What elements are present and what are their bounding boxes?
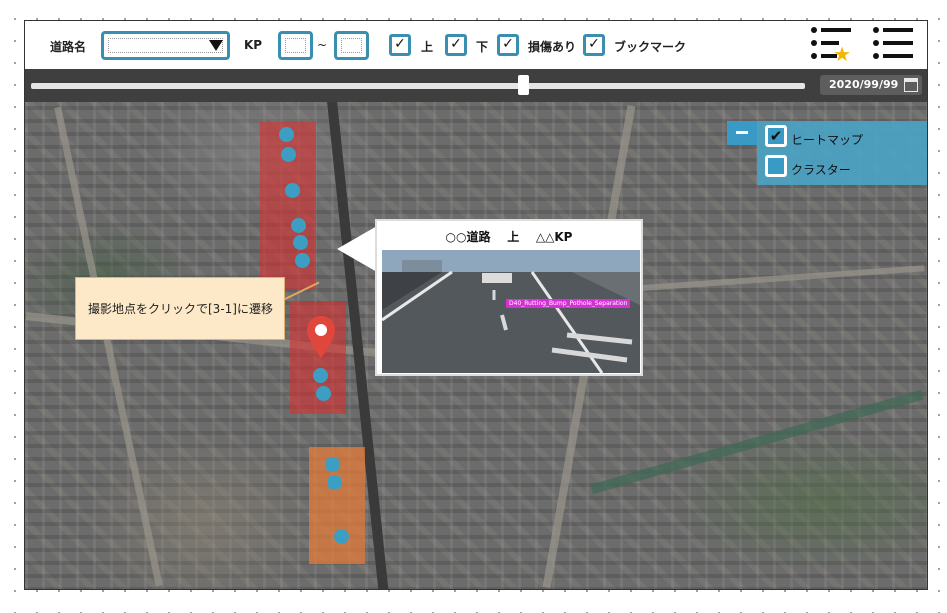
kp-to-value xyxy=(341,38,362,53)
map-river xyxy=(590,389,924,495)
annotation-text: 撮影地点をクリックで[3-1]に遷移 xyxy=(88,302,273,316)
check-icon: ✓ xyxy=(588,36,600,52)
calendar-icon[interactable] xyxy=(904,78,918,92)
photo-point[interactable] xyxy=(285,183,300,198)
road-name-value xyxy=(108,38,223,53)
check-icon: ✓ xyxy=(450,36,462,52)
photo-point[interactable] xyxy=(327,475,342,490)
photo-point[interactable] xyxy=(279,127,294,142)
heatmap-label: ヒートマップ xyxy=(791,133,864,147)
photo-point[interactable] xyxy=(293,235,308,250)
star-icon: ★ xyxy=(833,42,851,66)
road-photo[interactable]: D40_Rutting_Bump_Pothole_Separation xyxy=(382,250,640,373)
popup-road: ○○道路 xyxy=(445,230,491,244)
filter-damage-checkbox[interactable]: ✓ xyxy=(497,34,519,56)
photo-point[interactable] xyxy=(295,253,310,268)
photo-point[interactable] xyxy=(316,386,331,401)
photo-point[interactable] xyxy=(291,218,306,233)
road-photo-scene xyxy=(382,260,640,373)
popup-pointer xyxy=(337,226,377,272)
layer-options: ✔ ヒートマップ クラスター xyxy=(757,121,927,185)
check-icon: ✓ xyxy=(502,36,514,52)
map-road xyxy=(54,106,163,587)
road-damage-map-app: 道路名 KP ~ ✓ 上 ✓ 下 ✓ 損傷あり ✓ ブックマーク ★ 2020/… xyxy=(24,20,928,590)
cluster-label: クラスター xyxy=(791,163,851,177)
bookmark-list-button[interactable]: ★ xyxy=(811,27,853,66)
kp-from-input[interactable] xyxy=(278,31,313,60)
date-value: 2020/99/99 xyxy=(829,78,899,91)
check-icon: ✓ xyxy=(394,36,406,52)
photo-point[interactable] xyxy=(325,457,340,472)
popup-kp: △△KP xyxy=(535,230,573,244)
photo-point[interactable] xyxy=(334,529,349,544)
filter-bookmark-label: ブックマーク xyxy=(614,40,687,54)
detection-tag: D40_Rutting_Bump_Pothole_Separation xyxy=(506,299,631,308)
kp-to-input[interactable] xyxy=(334,31,369,60)
photo-point[interactable] xyxy=(281,147,296,162)
photo-point[interactable] xyxy=(313,368,328,383)
menu-button[interactable] xyxy=(873,27,915,61)
map-pin-icon[interactable] xyxy=(306,315,336,359)
filter-bookmark-checkbox[interactable]: ✓ xyxy=(583,34,605,56)
kp-label: KP xyxy=(244,38,263,52)
check-icon: ✔ xyxy=(769,127,783,145)
filter-down-label: 下 xyxy=(476,40,489,54)
filter-up-label: 上 xyxy=(421,40,434,54)
filter-damage-label: 損傷あり xyxy=(528,40,577,54)
popup-direction: 上 xyxy=(507,230,520,244)
layer-panel: ✔ ヒートマップ クラスター xyxy=(727,121,927,185)
timeline-slider-handle[interactable] xyxy=(518,75,530,95)
kp-range-separator: ~ xyxy=(317,38,328,52)
annotation-note: 撮影地点をクリックで[3-1]に遷移 xyxy=(75,277,285,340)
cluster-checkbox[interactable] xyxy=(765,155,787,177)
road-name-select[interactable] xyxy=(101,31,230,60)
timeline-track[interactable] xyxy=(31,83,805,89)
minus-icon xyxy=(736,131,748,134)
filter-down-checkbox[interactable]: ✓ xyxy=(445,34,467,56)
popup-title: ○○道路 上 △△KP xyxy=(377,228,641,245)
timeline-bar: 2020/99/99 xyxy=(25,69,927,102)
chevron-down-icon xyxy=(209,40,223,51)
layer-panel-collapse-button[interactable] xyxy=(727,121,757,145)
filter-up-checkbox[interactable]: ✓ xyxy=(389,34,411,56)
date-display[interactable]: 2020/99/99 xyxy=(820,75,922,95)
filter-toolbar: 道路名 KP ~ ✓ 上 ✓ 下 ✓ 損傷あり ✓ ブックマーク ★ xyxy=(25,21,927,69)
kp-from-value xyxy=(285,38,306,53)
heatmap-checkbox[interactable]: ✔ xyxy=(765,125,787,147)
photo-popup[interactable]: ○○道路 上 △△KP D40_Rutting_Bump_Pothole_Sep… xyxy=(375,219,643,376)
road-name-label: 道路名 xyxy=(50,40,87,54)
